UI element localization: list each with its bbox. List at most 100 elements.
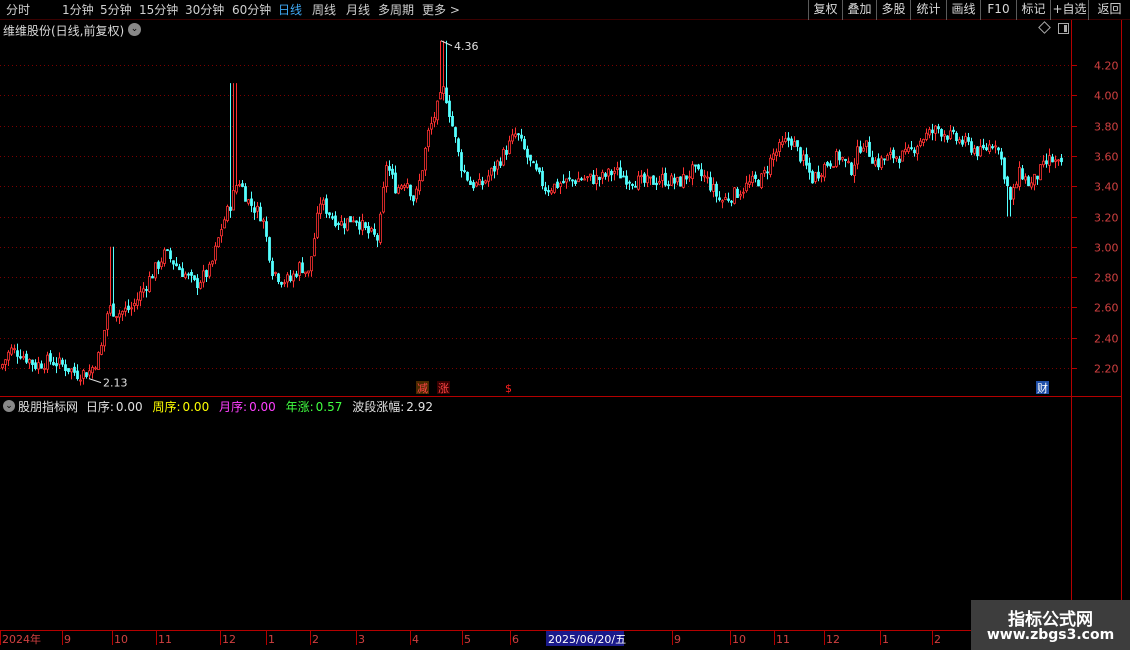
month-label: 月序: — [219, 400, 248, 414]
candle-body — [1, 364, 4, 369]
price-tick-label: 3.40 — [1094, 181, 1119, 194]
candle-body — [106, 313, 109, 330]
candle-body — [58, 357, 61, 365]
date-axis-label: 9 — [64, 633, 71, 646]
candle-body — [301, 262, 304, 274]
candle-body — [481, 180, 484, 186]
candle-body — [1003, 157, 1006, 180]
candle-body — [517, 133, 520, 136]
candle-body — [604, 173, 607, 177]
candle-body — [370, 228, 373, 232]
event-marker[interactable]: $ — [505, 382, 512, 395]
candle-body — [409, 184, 412, 197]
candle-body — [955, 132, 958, 141]
candle-body — [1006, 176, 1009, 187]
candle-body — [115, 316, 118, 318]
candle-body — [493, 165, 496, 172]
indicator-chevron-icon[interactable]: ⌄ — [3, 400, 15, 412]
candle-body — [916, 146, 919, 155]
candle-body — [46, 354, 49, 370]
candle-body — [298, 262, 301, 276]
candle-body — [745, 182, 748, 192]
candle-body — [196, 278, 199, 289]
candle-body — [880, 157, 883, 169]
candle-body — [415, 188, 418, 200]
candle-body — [841, 157, 844, 160]
candle-body — [688, 176, 691, 179]
candle-body — [835, 151, 838, 167]
candle-body — [427, 129, 430, 148]
candle-body — [853, 164, 856, 176]
candle-body — [421, 170, 424, 182]
candle-body — [508, 140, 511, 154]
candle-body — [394, 172, 397, 194]
candle-body — [271, 260, 274, 276]
candle-body — [781, 141, 784, 146]
event-marker[interactable]: 财 — [1037, 381, 1048, 395]
candle-body — [469, 180, 472, 185]
candle-body — [802, 154, 805, 161]
watermark-url: www.zbgs3.com — [986, 627, 1115, 643]
candle-body — [22, 355, 25, 359]
candle-body — [541, 170, 544, 187]
date-axis-label: 6 — [512, 633, 519, 646]
candle-body — [346, 218, 349, 231]
candle-body — [328, 212, 331, 216]
date-axis-label: 9 — [674, 633, 681, 646]
candle-body — [646, 175, 649, 184]
candle-body — [16, 350, 19, 357]
candle-body — [607, 168, 610, 177]
wave-value: 2.92 — [406, 400, 433, 414]
candle-body — [733, 187, 736, 204]
candle-body — [169, 250, 172, 260]
candle-body — [667, 184, 670, 187]
price-tick-label: 2.60 — [1094, 302, 1119, 315]
candle-body — [970, 141, 973, 153]
candle-body — [994, 145, 997, 148]
candle-body — [940, 129, 943, 137]
candle-body — [205, 270, 208, 278]
candle-body — [931, 129, 934, 134]
candle-body — [904, 148, 907, 153]
kline-chart[interactable]: 4.20 4.00 3.80 3.60 3.40 3.20 3.00 2.80 2.60 2.40… — [0, 0, 1130, 650]
candle-body — [889, 151, 892, 155]
candle-body — [397, 187, 400, 194]
candle-body — [67, 368, 70, 372]
indicator-name[interactable]: 股朋指标网 — [18, 400, 78, 414]
candle-body — [859, 146, 862, 153]
candle-body — [661, 174, 664, 181]
candle-body — [922, 139, 925, 143]
candle-body — [898, 158, 901, 163]
candle-body — [910, 147, 913, 150]
candle-body — [979, 146, 982, 157]
candle-body — [892, 149, 895, 159]
right-scrollbar[interactable] — [1122, 20, 1130, 630]
price-tick-label: 2.80 — [1094, 272, 1119, 285]
date-axis-label: 1 — [268, 633, 275, 646]
candle-body — [109, 305, 112, 314]
candle-body — [463, 170, 466, 172]
candle-body — [694, 164, 697, 167]
candle-body — [709, 177, 712, 191]
candle-body — [490, 167, 493, 176]
candle-body — [928, 129, 931, 136]
candle-body — [475, 182, 478, 187]
candle-body — [43, 368, 46, 370]
low-pointer — [88, 378, 102, 384]
candle-body — [187, 273, 190, 276]
candle-body — [286, 274, 289, 283]
candle-body — [616, 167, 619, 170]
candle-body — [784, 138, 787, 142]
day-label: 日序: — [85, 400, 114, 414]
candle-body — [868, 141, 871, 157]
candle-body — [850, 162, 853, 175]
candle-body — [529, 154, 532, 161]
candle-body — [364, 222, 367, 228]
candle-body — [871, 157, 874, 164]
event-marker[interactable]: 涨 — [438, 382, 449, 395]
event-marker[interactable]: 减 — [417, 382, 428, 395]
candle-body — [130, 307, 133, 310]
candle-body — [181, 268, 184, 278]
candle-body — [547, 190, 550, 193]
candle-body — [34, 362, 37, 369]
